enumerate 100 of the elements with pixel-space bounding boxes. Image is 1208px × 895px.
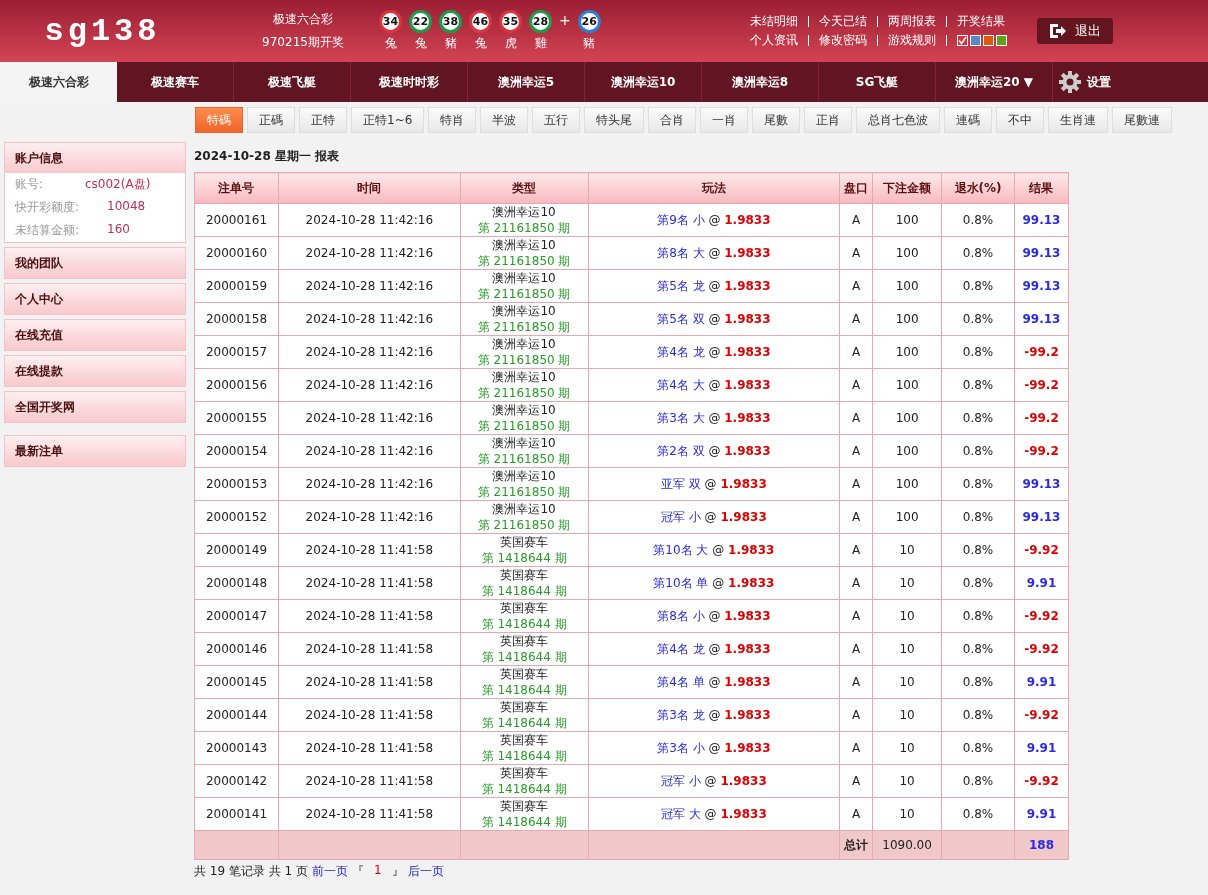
zodiac-label: 兔 — [474, 35, 487, 52]
bet-type-tab[interactable]: 正碼 — [247, 107, 295, 133]
table-cell: 英国赛车 第 1418644 期 — [460, 566, 589, 600]
table-cell: 20000158 — [194, 302, 279, 336]
draw-issue: 970215期开奖 — [262, 34, 344, 51]
table-cell: 20000160 — [194, 236, 279, 270]
sidebar-item[interactable]: 在线充值 — [4, 319, 186, 351]
table-cell: 20000146 — [194, 632, 279, 666]
table-cell: 第4名 龙 @ 1.9833 — [588, 632, 840, 666]
nav-tab[interactable]: SG飞艇 — [819, 62, 936, 102]
table-cell: 澳洲幸运10 第 21161850 期 — [460, 467, 589, 501]
nav-tab[interactable]: 澳洲幸运8 — [702, 62, 819, 102]
header-link[interactable]: 个人资讯 — [750, 32, 798, 49]
table-cell: 英国赛车 第 1418644 期 — [460, 731, 589, 765]
nav-tab[interactable]: 澳洲幸运20 ▼ — [936, 62, 1053, 102]
table-cell: 2024-10-28 11:42:16 — [278, 302, 461, 336]
zodiac-label: 豬 — [444, 35, 457, 52]
bet-type-tab[interactable]: 尾數 — [752, 107, 801, 133]
header-link[interactable]: 开奖结果 — [957, 13, 1005, 30]
bet-type-tab[interactable]: 尾數連 — [1112, 107, 1173, 133]
bet-type-tab[interactable]: 特头尾 — [584, 107, 645, 133]
table-cell: 第9名 小 @ 1.9833 — [588, 203, 840, 237]
table-cell: -99.2 — [1014, 434, 1069, 468]
bet-type-tab[interactable]: 生肖連 — [1048, 107, 1109, 133]
field-label: 未结算金额: — [15, 222, 81, 239]
theme-swatch[interactable] — [970, 35, 981, 46]
bet-type-tab[interactable]: 一肖 — [700, 107, 749, 133]
table-cell: 20000142 — [194, 764, 279, 798]
table-cell: 英国赛车 第 1418644 期 — [460, 599, 589, 633]
lottery-ball: 34 — [379, 10, 402, 33]
bet-type-tab[interactable]: 五行 — [532, 107, 581, 133]
table-cell: 20000148 — [194, 566, 279, 600]
table-cell: 冠军 大 @ 1.9833 — [588, 797, 840, 831]
table-cell: 2024-10-28 11:42:16 — [278, 434, 461, 468]
header-link[interactable]: 未结明细 — [750, 13, 798, 30]
table-cell: 20000157 — [194, 335, 279, 369]
table-cell: 100 — [872, 269, 942, 303]
bet-type-tab[interactable]: 正特 — [299, 107, 347, 133]
page-number[interactable]: 1 — [368, 863, 388, 880]
table-cell: -99.2 — [1014, 368, 1069, 402]
table-cell: 亚军 双 @ 1.9833 — [588, 467, 840, 501]
theme-swatch[interactable] — [957, 35, 968, 46]
bet-type-tab[interactable]: 特肖 — [428, 107, 477, 133]
table-cell: 100 — [872, 401, 942, 435]
table-cell: 2024-10-28 11:42:16 — [278, 203, 461, 237]
sidebar-item[interactable]: 在线提款 — [4, 355, 186, 387]
table-cell: -9.92 — [1014, 533, 1069, 567]
table-cell: 10 — [872, 566, 942, 600]
table-cell: 0.8% — [941, 236, 1015, 270]
logout-button[interactable]: 退出 — [1037, 18, 1113, 44]
gear-icon[interactable] — [1059, 71, 1081, 93]
table-cell: 澳洲幸运10 第 21161850 期 — [460, 500, 589, 534]
table-cell: 第10名 大 @ 1.9833 — [588, 533, 840, 567]
table-cell: 20000156 — [194, 368, 279, 402]
next-page-link[interactable]: 后一页 — [407, 863, 444, 880]
table-cell: 100 — [872, 467, 942, 501]
table-cell: 99.13 — [1014, 500, 1069, 534]
theme-swatch[interactable] — [996, 35, 1007, 46]
table-cell: 2024-10-28 11:41:58 — [278, 566, 461, 600]
bet-type-tab[interactable]: 合肖 — [648, 107, 697, 133]
header-link[interactable]: 游戏规则 — [888, 32, 936, 49]
table-cell: 第4名 单 @ 1.9833 — [588, 665, 840, 699]
bet-type-tab[interactable]: 半波 — [480, 107, 529, 133]
table-cell: 2024-10-28 11:42:16 — [278, 335, 461, 369]
table-cell: 188 — [1014, 830, 1069, 860]
header-link[interactable]: 修改密码 — [819, 32, 867, 49]
table-cell: 100 — [872, 335, 942, 369]
bet-type-tab[interactable]: 总肖七色波 — [856, 107, 941, 133]
table-cell: 20000145 — [194, 665, 279, 699]
nav-tab[interactable]: 极速赛车 — [117, 62, 234, 102]
lottery-ball: 22 — [409, 10, 432, 33]
table-cell: 100 — [872, 434, 942, 468]
bet-type-tab[interactable]: 連碼 — [944, 107, 993, 133]
table-cell: 第4名 龙 @ 1.9833 — [588, 335, 840, 369]
sidebar-item[interactable]: 最新注单 — [4, 435, 186, 467]
bet-type-tab[interactable]: 不中 — [996, 107, 1045, 133]
header-link[interactable]: 今天已结 — [819, 13, 867, 30]
sidebar-item[interactable]: 我的团队 — [4, 247, 186, 279]
table-cell: 澳洲幸运10 第 21161850 期 — [460, 203, 589, 237]
table-cell: 10 — [872, 698, 942, 732]
table-cell: 2024-10-28 11:41:58 — [278, 599, 461, 633]
header-link[interactable]: 两周报表 — [888, 13, 936, 30]
sidebar-item[interactable]: 全国开奖网 — [4, 391, 186, 423]
table-cell: 0.8% — [941, 203, 1015, 237]
nav-tab[interactable]: 极速时时彩 — [351, 62, 468, 102]
prev-page-link[interactable]: 前一页 — [312, 863, 348, 880]
table-cell: 2024-10-28 11:42:16 — [278, 236, 461, 270]
nav-tab[interactable]: 澳洲幸运5 — [468, 62, 585, 102]
nav-tab[interactable]: 极速六合彩 — [0, 62, 117, 102]
bet-type-tab[interactable]: 正特1~6 — [351, 107, 425, 133]
nav-tab[interactable]: 澳洲幸运10 — [585, 62, 702, 102]
sidebar-item[interactable]: 个人中心 — [4, 283, 186, 315]
report-title: 2024-10-28 星期一 报表 — [194, 148, 341, 165]
bet-type-tab[interactable]: 正肖 — [804, 107, 853, 133]
theme-swatch[interactable] — [983, 35, 994, 46]
table-cell: 2024-10-28 11:41:58 — [278, 665, 461, 699]
nav-tab[interactable]: 极速飞艇 — [234, 62, 351, 102]
table-cell: 99.13 — [1014, 269, 1069, 303]
settings-link[interactable]: 设置 — [1087, 73, 1111, 91]
column-header: 类型 — [460, 172, 589, 204]
